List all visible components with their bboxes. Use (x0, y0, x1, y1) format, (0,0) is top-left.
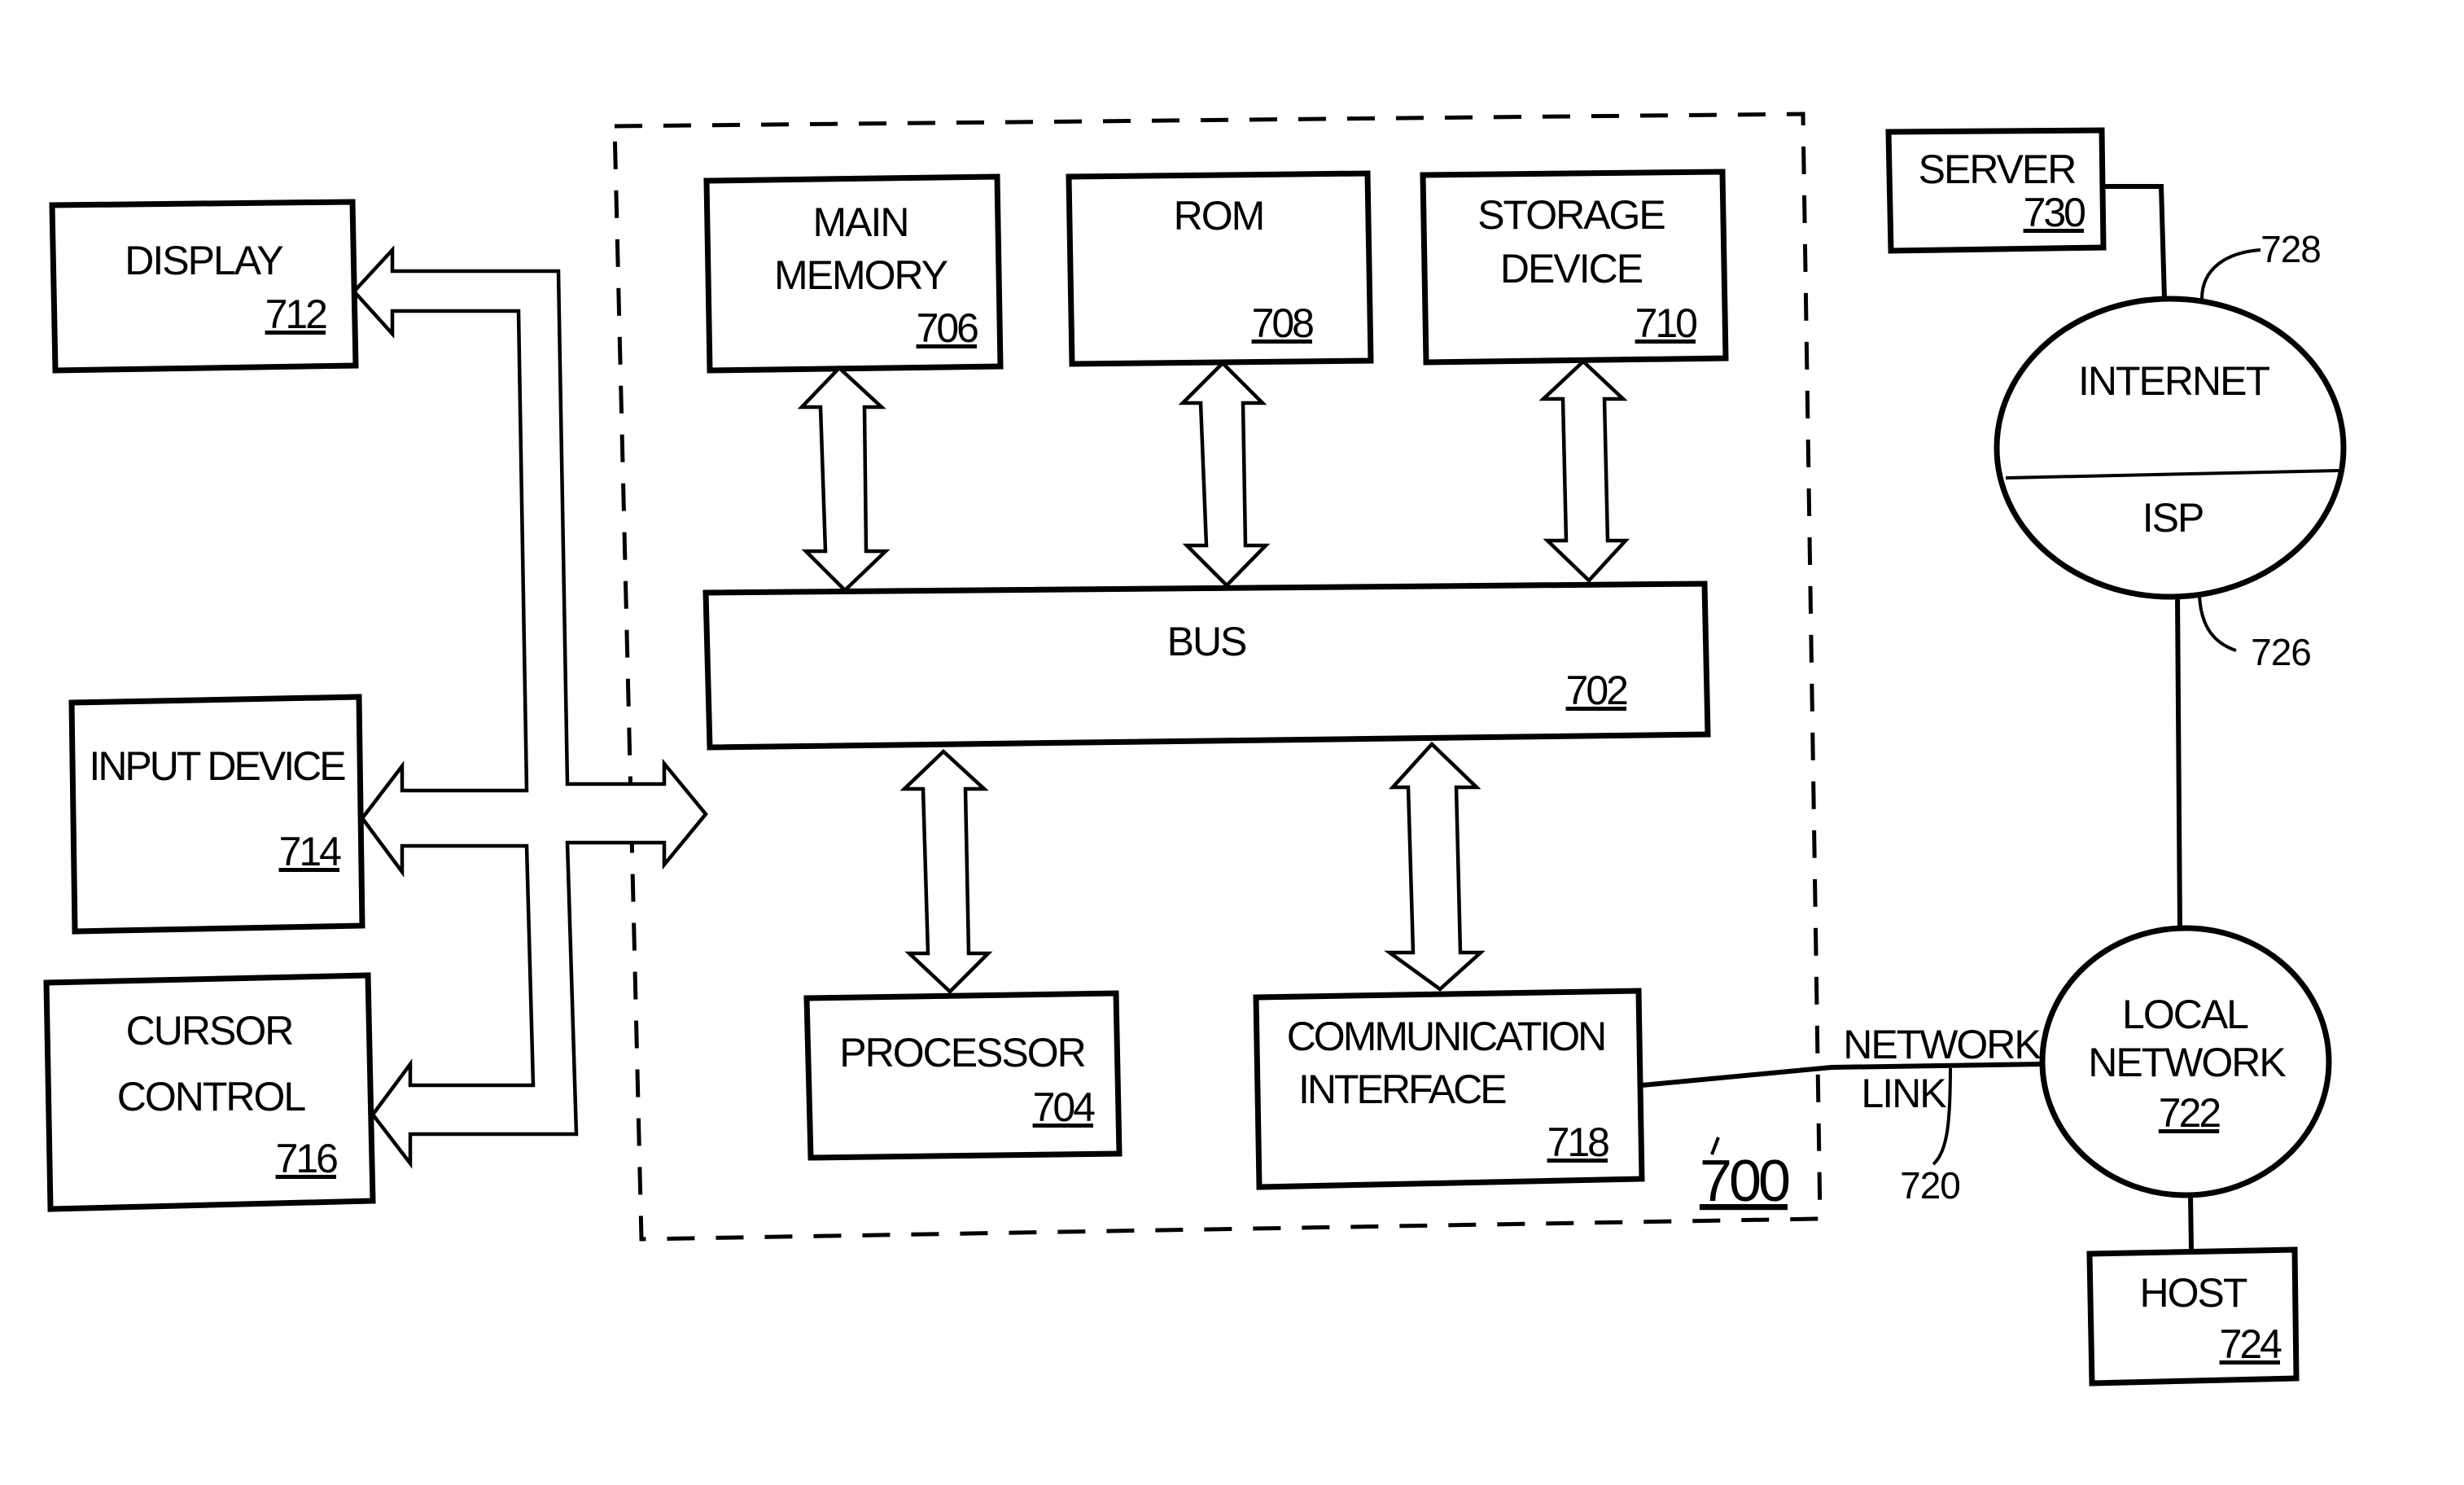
bus-label: BUS (1167, 619, 1246, 664)
computer-system-diagram: DISPLAY 712 INPUT DEVICE 714 CURSOR CONT… (43, 112, 2347, 1386)
storage-bus-arrow (1538, 358, 1630, 584)
input-device-label: INPUT DEVICE (89, 743, 345, 789)
system-ref: 700 (1700, 1149, 1789, 1214)
local-network-label-line2: NETWORK (2088, 1040, 2286, 1085)
main-memory-bus-arrow (797, 365, 891, 594)
local-network-node: LOCAL NETWORK 722 (2039, 925, 2332, 1198)
server-label: SERVER (1919, 147, 2076, 192)
communication-interface-label-line2: INTERFACE (1298, 1067, 1506, 1112)
host-connector (2188, 1194, 2194, 1251)
server-ref: 730 (2024, 190, 2085, 235)
storage-device-ref: 710 (1635, 300, 1697, 346)
processor-box: PROCESSOR 704 (803, 990, 1123, 1161)
communication-interface-ref: 718 (1547, 1119, 1609, 1165)
isp-label: ISP (2142, 495, 2204, 541)
rom-box: ROM 708 (1066, 170, 1374, 367)
bus-ref: 702 (1566, 668, 1628, 713)
main-memory-label-line2: MEMORY (774, 252, 948, 298)
communication-interface-box: COMMUNICATION INTERFACE 718 (1253, 988, 1645, 1190)
storage-device-box: STORAGE DEVICE 710 (1420, 169, 1729, 366)
processor-ref: 704 (1033, 1084, 1096, 1130)
processor-bus-arrow (899, 748, 993, 995)
main-memory-box: MAIN MEMORY 706 (703, 173, 1004, 374)
rom-label: ROM (1174, 193, 1264, 239)
display-label: DISPLAY (125, 238, 283, 283)
storage-device-label-line2: DEVICE (1500, 246, 1643, 291)
host-box: HOST 724 (2086, 1246, 2300, 1386)
cursor-control-label-line1: CURSOR (126, 1008, 293, 1054)
rom-ref: 708 (1252, 300, 1314, 346)
internet-label: INTERNET (2078, 358, 2269, 404)
storage-device-label-line1: STORAGE (1477, 192, 1665, 238)
network-link-ref: 720 (1900, 1164, 1960, 1207)
internet-isp-node: INTERNET ISP (1994, 296, 2347, 600)
cursor-control-ref: 716 (276, 1136, 338, 1181)
main-memory-ref: 706 (917, 305, 978, 351)
main-memory-label-line1: MAIN (813, 199, 908, 245)
cursor-control-box: CURSOR CONTROL 716 (43, 972, 376, 1212)
cursor-control-label-line2: CONTROL (117, 1074, 306, 1119)
isp-ref-leader (2198, 595, 2237, 652)
server-box: SERVER 730 (1885, 127, 2107, 254)
display-arrow (351, 245, 708, 1169)
bus-box: BUS 702 (702, 580, 1711, 751)
internet-ref: 728 (2260, 228, 2321, 270)
network-link-label-line2: LINK (1861, 1071, 1946, 1116)
local-network-ref: 722 (2159, 1090, 2221, 1136)
network-link-label-line1: NETWORK (1843, 1022, 2041, 1067)
input-device-box: INPUT DEVICE 714 (68, 694, 365, 935)
processor-label: PROCESSOR (839, 1030, 1085, 1075)
io-bus-channel (351, 245, 708, 1169)
server-connector (2103, 184, 2167, 300)
isp-ref: 726 (2251, 631, 2311, 673)
communication-interface-label-line1: COMMUNICATION (1287, 1014, 1605, 1059)
host-ref: 724 (2220, 1321, 2282, 1367)
rom-bus-arrow (1178, 360, 1271, 589)
local-network-label-line1: LOCAL (2122, 992, 2248, 1037)
display-ref: 712 (265, 291, 327, 337)
communication-bus-arrow (1384, 741, 1486, 992)
isp-local-network-line (2175, 595, 2182, 929)
internet-ref-leader (2200, 248, 2261, 300)
display-box: DISPLAY 712 (49, 199, 359, 374)
input-device-ref: 714 (279, 829, 342, 874)
host-label: HOST (2140, 1270, 2247, 1316)
